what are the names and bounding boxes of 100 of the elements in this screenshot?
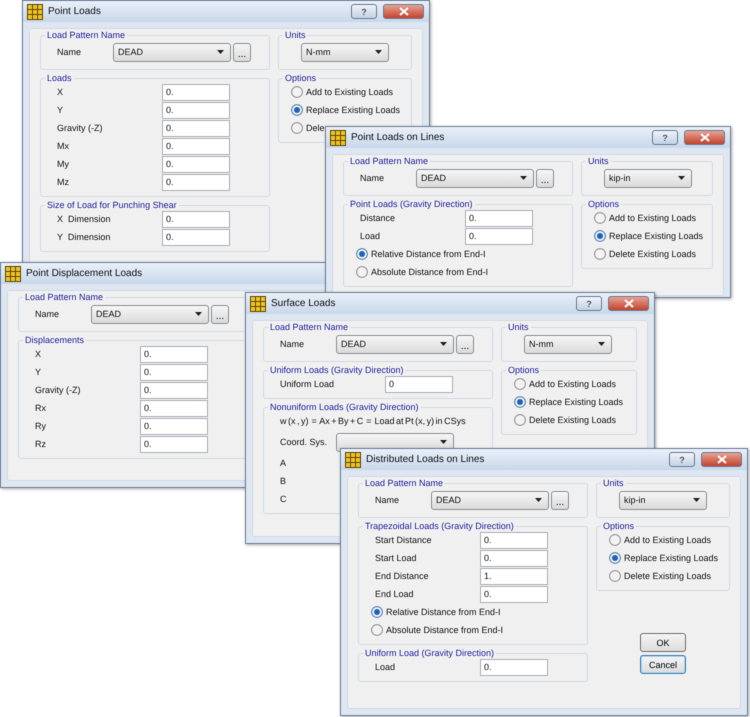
radio-label[interactable]: Add to Existing Loads [529,379,616,389]
radio-label[interactable]: Delete Existing Loads [609,249,696,259]
field-label: Name [360,173,386,183]
input-field[interactable]: 0. [465,210,533,226]
radio-label[interactable]: Delete Existing Loads [624,571,712,581]
radio-label[interactable]: Add to Existing Loads [624,535,712,545]
dialog-button[interactable]: OK [640,633,686,652]
radio-button[interactable] [291,122,303,134]
input-field[interactable]: 0. [480,532,548,548]
close-button[interactable] [383,4,424,19]
dropdown[interactable]: DEAD [431,490,549,510]
radio-button[interactable] [609,570,621,582]
radio-button[interactable] [371,624,383,636]
input-field[interactable]: 0. [162,138,230,154]
help-button[interactable]: ? [576,296,602,311]
input-field[interactable]: 0. [162,210,230,228]
help-button[interactable]: ? [669,452,695,467]
dropdown[interactable]: DEAD [91,304,209,324]
radio-button[interactable] [291,104,303,116]
radio-button[interactable] [594,212,606,224]
help-button[interactable]: ? [652,130,678,145]
radio-button[interactable] [356,248,368,260]
input-field[interactable]: 0. [140,346,208,362]
group-title: Units [587,156,610,166]
close-button[interactable] [701,452,742,467]
input-field[interactable]: 0. [140,400,208,416]
radio-button[interactable] [291,86,303,98]
browse-button[interactable]: ... [456,334,474,354]
dropdown[interactable]: N-mm [524,334,612,354]
radio-label[interactable]: Add to Existing Loads [306,87,394,97]
input-field[interactable]: 0. [162,120,230,136]
input-field[interactable]: 0. [140,364,208,380]
close-icon [716,455,726,464]
radio-label[interactable]: Replace Existing Loads [529,397,624,407]
field-label: Name [375,495,400,505]
input-field[interactable]: 0. [162,228,230,246]
grid-icon [330,130,346,146]
input-field[interactable]: 0. [480,550,548,566]
input-field[interactable]: 0. [140,418,208,434]
dropdown[interactable]: DEAD [416,168,534,188]
close-icon [398,7,408,16]
dropdown[interactable]: DEAD [113,42,231,62]
radio-button[interactable] [371,606,383,618]
browse-button[interactable]: ... [551,490,569,510]
input-field[interactable]: 0. [162,102,230,118]
radio-label[interactable]: Replace Existing Loads [609,231,704,241]
radio-button[interactable] [514,414,526,426]
close-button[interactable] [684,130,725,145]
dialog-button[interactable]: Cancel [640,655,686,674]
caret-icon [678,176,685,180]
field-label: A [280,458,286,468]
input-field[interactable]: 0. [480,586,548,602]
input-field[interactable]: 1. [480,568,548,584]
field-label: Load [360,231,382,241]
radio-button[interactable] [609,552,621,564]
input-field[interactable]: 0. [465,228,533,244]
radio-button[interactable] [594,248,606,260]
input-field[interactable]: 0. [162,84,230,100]
radio-button[interactable] [594,230,606,242]
window-title: Surface Loads [271,298,336,309]
group-title: Units [507,322,530,332]
radio-label[interactable]: Absolute Distance from End-I [371,267,488,277]
grid-icon [250,296,266,312]
radio-label[interactable]: Replace Existing Loads [624,553,718,563]
field-label: Name [35,309,60,319]
field-label: X [35,349,42,359]
radio-label[interactable]: Replace Existing Loads [306,105,400,115]
input-field[interactable]: 0. [162,174,230,190]
dropdown[interactable]: kip-in [604,168,692,188]
input-field[interactable]: 0. [480,658,548,676]
input-field[interactable]: 0. [140,382,208,398]
input-field[interactable]: 0. [162,156,230,172]
group-title: Trapezoidal Loads (Gravity Direction) [364,521,515,531]
help-button[interactable]: ? [351,4,377,19]
radio-button[interactable] [514,378,526,390]
field-label: Ry [35,421,47,431]
field-label: X [57,87,64,97]
radio-button[interactable] [356,266,368,278]
radio-label[interactable]: Absolute Distance from End-I [386,625,504,635]
close-button[interactable] [608,296,649,311]
browse-button[interactable]: ... [211,304,229,324]
radio-label[interactable]: Relative Distance from End-I [386,607,501,617]
radio-button[interactable] [514,396,526,408]
group-title: Load Pattern Name [24,292,104,302]
browse-button[interactable]: ... [536,168,554,188]
input-field[interactable]: 0. [140,436,208,452]
browse-button[interactable]: ... [233,42,251,62]
field-label: Gravity (-Z) [57,123,104,133]
field-label: My [57,159,70,169]
radio-label[interactable]: Delete Existing Loads [529,415,616,425]
radio-button[interactable] [609,534,621,546]
dropdown[interactable]: DEAD [336,334,454,354]
radio-label[interactable]: Relative Distance from End-I [371,249,486,259]
input-field[interactable]: 0 [385,376,453,392]
radio-label[interactable]: Add to Existing Loads [609,213,696,223]
dropdown[interactable]: N-mm [301,42,389,62]
dropdown[interactable]: kip-in [619,490,707,510]
window-title: Point Loads on Lines [351,132,444,143]
caret-icon [375,50,382,54]
radio-label[interactable]: Dele [306,123,325,133]
